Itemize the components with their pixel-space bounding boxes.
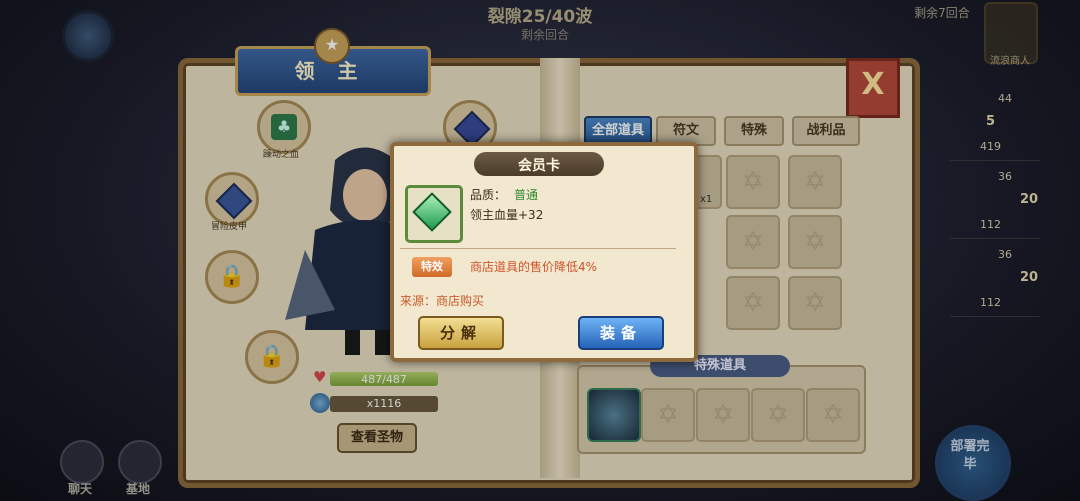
effect-badge: 特效	[412, 257, 452, 277]
popup-title: 会员卡	[518, 158, 560, 174]
stat-text: 领主血量+32	[470, 208, 544, 222]
effect-text: 商店道具的售价降低4%	[470, 260, 598, 274]
quality-value: 普通	[514, 188, 539, 202]
source-text: 来源：商店购买	[400, 294, 485, 308]
equip-button[interactable]: 装备	[578, 316, 664, 350]
quality-label: 品质：	[470, 188, 507, 202]
divider	[400, 248, 676, 249]
decompose-button[interactable]: 分解	[418, 316, 504, 350]
